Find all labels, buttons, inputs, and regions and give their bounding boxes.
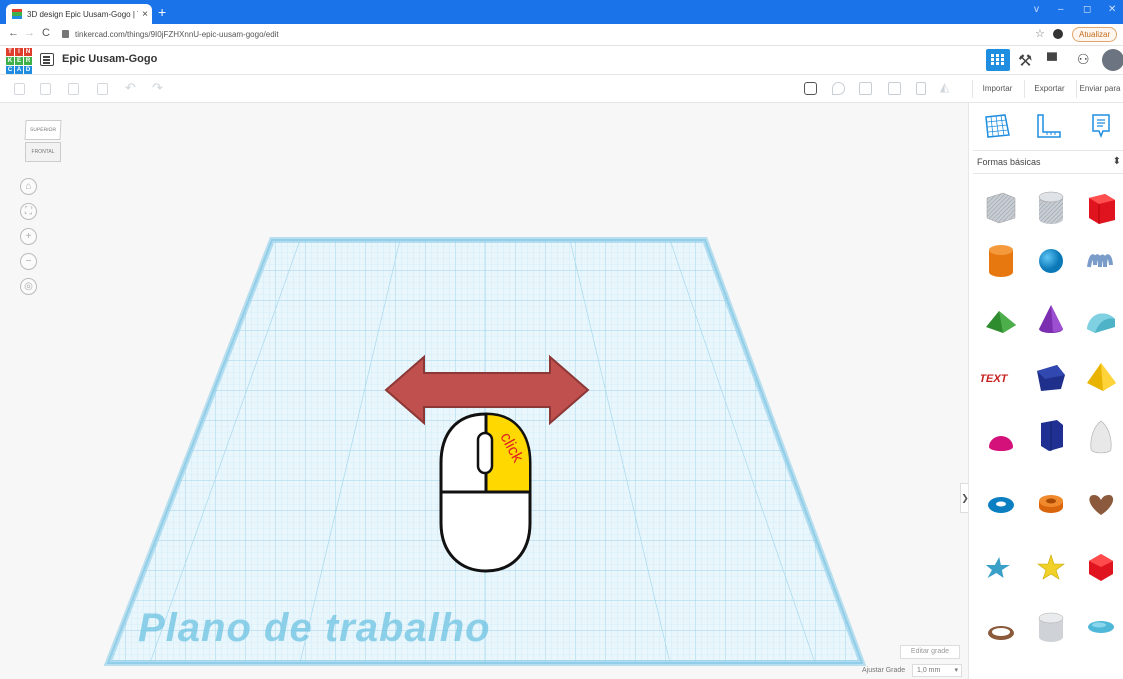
paste-icon[interactable]: [40, 83, 51, 95]
shape-paraboloid[interactable]: [1081, 417, 1121, 457]
shape-tube[interactable]: [1031, 483, 1071, 523]
browser-tab-bar: 3D design Epic Uusam-Gogo | Ti × + v – ◻…: [0, 0, 1123, 24]
new-tab-button[interactable]: +: [158, 4, 166, 20]
maximize-button[interactable]: ◻: [1083, 4, 1091, 15]
shape-text[interactable]: TEXT: [981, 357, 1021, 397]
add-user-icon[interactable]: ⚇: [1077, 51, 1090, 68]
url-field[interactable]: tinkercad.com/things/9I0jFZHXnnU-epic-uu…: [75, 30, 279, 39]
back-icon[interactable]: ←: [8, 27, 19, 39]
lego-brick-icon[interactable]: ▀: [1047, 52, 1057, 68]
shape-ring[interactable]: [981, 611, 1021, 651]
tinkercad-window: 3D design Epic Uusam-Gogo | Ti × + v – ◻…: [0, 0, 1123, 679]
shape-cylinder-orange[interactable]: [981, 241, 1021, 281]
address-bar: ← → C tinkercad.com/things/9I0jFZHXnnU-e…: [0, 24, 1123, 46]
delete-icon[interactable]: [97, 83, 108, 95]
shape-cylinder-gray[interactable]: [1031, 607, 1071, 647]
import-button[interactable]: Importar: [972, 80, 1022, 98]
close-window-button[interactable]: ✕: [1108, 4, 1116, 15]
codeblocks-pickaxe-icon[interactable]: ⚒: [1018, 51, 1032, 71]
shape-cone-purple[interactable]: [1031, 299, 1071, 339]
forward-icon[interactable]: →: [24, 27, 35, 39]
notes-panel-icon[interactable]: [1087, 113, 1117, 139]
edit-grid-button[interactable]: Editar grade: [900, 645, 960, 659]
shape-torus[interactable]: [981, 483, 1021, 523]
tinkercad-favicon: [12, 9, 22, 19]
export-button[interactable]: Exportar: [1024, 80, 1074, 98]
chevron-down-icon: ▾: [954, 667, 958, 674]
tinkercad-logo[interactable]: T I N K E R C A D: [6, 48, 32, 74]
design-title[interactable]: Epic Uusam-Gogo: [62, 53, 157, 65]
svg-text:TEXT: TEXT: [981, 373, 1009, 385]
redo-icon[interactable]: ↷: [152, 80, 163, 96]
copy-icon[interactable]: [14, 83, 25, 95]
tab-search-icon[interactable]: v: [1034, 4, 1039, 15]
snap-grid-label: Ajustar Grade: [862, 667, 906, 674]
mirror-icon[interactable]: ◭: [940, 80, 949, 94]
avatar[interactable]: [1102, 49, 1123, 71]
undo-icon[interactable]: ↶: [125, 80, 136, 96]
shape-half-sphere[interactable]: [981, 421, 1021, 461]
minimize-button[interactable]: –: [1058, 4, 1064, 15]
reload-icon[interactable]: C: [42, 27, 50, 39]
shape-ellipsoid[interactable]: [1081, 607, 1121, 647]
mouse-icon: click: [439, 412, 532, 573]
duplicate-icon[interactable]: [68, 83, 79, 95]
ungroup-icon[interactable]: [888, 82, 901, 95]
browser-tab[interactable]: 3D design Epic Uusam-Gogo | Ti ×: [6, 4, 152, 24]
shape-cylinder-striped[interactable]: [1031, 188, 1071, 228]
design-list-icon[interactable]: [40, 53, 54, 66]
update-button[interactable]: Atualizar: [1072, 27, 1118, 42]
light-bulb-icon[interactable]: [832, 82, 845, 95]
group-icon[interactable]: [859, 82, 872, 95]
shape-wedge-navy[interactable]: [1031, 357, 1071, 397]
ruler-icon[interactable]: [1033, 113, 1063, 139]
shapes-panel: Formas básicas ⬍ TEXT: [968, 103, 1123, 679]
shape-star-yellow[interactable]: [1031, 547, 1071, 587]
shape-round-roof[interactable]: [1081, 299, 1121, 339]
app-header: T I N K E R C A D Epic Uusam-Gogo ⚒ ▀ ⚇: [0, 46, 1123, 75]
notes-icon[interactable]: [804, 82, 817, 95]
workplane[interactable]: click: [0, 103, 968, 679]
align-icon[interactable]: [916, 82, 926, 95]
tab-close-icon[interactable]: ×: [138, 9, 152, 20]
extension-icon[interactable]: [1053, 29, 1063, 39]
snap-grid-select[interactable]: 1,0 mm ▾: [912, 664, 962, 677]
3d-view-button[interactable]: [986, 49, 1010, 71]
shape-scribble[interactable]: [1081, 241, 1121, 281]
edit-toolbar: ↶ ↷ ◭ Importar Exportar Enviar para: [0, 75, 1123, 103]
shape-category-select[interactable]: Formas básicas ⬍: [973, 150, 1123, 174]
shape-icosahedron[interactable]: [1081, 547, 1121, 587]
chevron-updown-icon: ⬍: [1112, 156, 1121, 167]
workplane-label: Plano de trabalho: [138, 606, 491, 650]
workplane-grid-icon[interactable]: [983, 113, 1013, 139]
workspace[interactable]: SUPERIOR FRONTAL ⌂ ⛶ + − ◎ click Plano d…: [0, 103, 970, 679]
shape-category-label: Formas básicas: [977, 157, 1041, 167]
lock-icon: [62, 30, 69, 38]
shape-sphere-blue[interactable]: [1031, 241, 1071, 281]
shape-box-red[interactable]: [1081, 188, 1121, 228]
shape-star-blue[interactable]: [981, 547, 1021, 587]
shape-heart[interactable]: [1081, 483, 1121, 523]
shape-roof-green[interactable]: [981, 299, 1021, 339]
shape-pyramid-yellow[interactable]: [1081, 357, 1121, 397]
snap-grid-value: 1,0 mm: [917, 667, 941, 674]
shape-box-striped[interactable]: [981, 188, 1021, 228]
send-to-button[interactable]: Enviar para: [1076, 80, 1123, 98]
tab-title: 3D design Epic Uusam-Gogo | Ti: [27, 9, 138, 19]
bookmark-star-icon[interactable]: ☆: [1035, 27, 1045, 40]
shape-polygon-navy[interactable]: [1031, 415, 1071, 455]
